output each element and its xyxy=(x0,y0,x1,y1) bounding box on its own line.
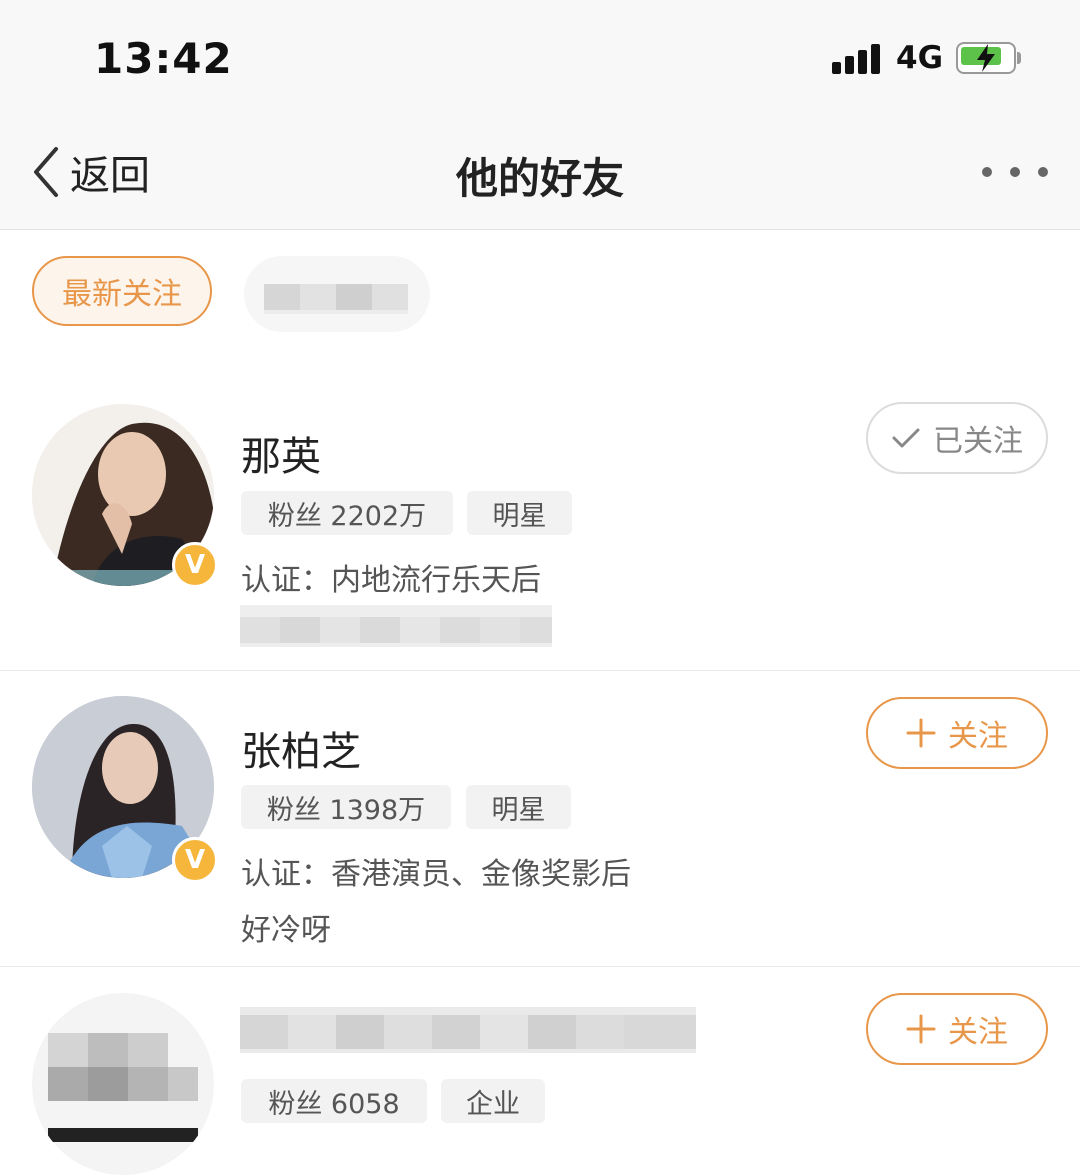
filter-bar: 最新关注 xyxy=(0,230,1080,360)
blurred-bio xyxy=(240,605,552,647)
navigation-bar: 返回 他的好友 xyxy=(0,115,1080,230)
user-name[interactable]: 那英 xyxy=(241,424,321,482)
category-tag: 企业 xyxy=(441,1079,545,1123)
follow-button[interactable]: 关注 xyxy=(866,993,1048,1065)
network-type: 4G xyxy=(896,40,944,76)
verified-v-icon: V xyxy=(172,542,218,588)
verification-text: 认证：香港演员、金像奖影后 xyxy=(241,857,631,892)
verified-v-icon: V xyxy=(172,837,218,883)
check-icon xyxy=(891,426,921,450)
filter-chip-blurred[interactable] xyxy=(244,256,430,332)
avatar[interactable] xyxy=(32,993,214,1175)
followed-button-label: 已关注 xyxy=(933,424,1023,459)
category-tag: 明星 xyxy=(466,785,571,829)
follow-button-label: 关注 xyxy=(948,719,1008,754)
user-name[interactable]: 张柏芝 xyxy=(241,719,361,777)
follow-button[interactable]: 关注 xyxy=(866,697,1048,769)
fans-count: 粉丝 6058 xyxy=(241,1079,427,1123)
status-bar: 13:42 4G xyxy=(0,0,1080,115)
followed-button[interactable]: 已关注 xyxy=(866,402,1048,474)
user-row[interactable]: 粉丝 6058 企业 关注 xyxy=(0,967,1080,1175)
more-icon[interactable] xyxy=(982,167,1048,179)
plus-icon xyxy=(906,1014,936,1044)
user-bio: 好冷呀 xyxy=(241,913,331,948)
blurred-user-name[interactable] xyxy=(240,1007,696,1053)
signal-icon xyxy=(832,44,882,74)
fans-count: 粉丝 1398万 xyxy=(241,785,451,829)
user-row[interactable]: V 张柏芝 粉丝 1398万 明星 认证：香港演员、金像奖影后 好冷呀 关注 xyxy=(0,671,1080,967)
filter-chip-latest[interactable]: 最新关注 xyxy=(32,256,212,326)
verification-text: 认证：内地流行乐天后 xyxy=(241,563,541,598)
fans-count: 粉丝 2202万 xyxy=(241,491,453,535)
follow-button-label: 关注 xyxy=(948,1015,1008,1050)
page-title: 他的好友 xyxy=(455,154,624,203)
user-row[interactable]: V 那英 粉丝 2202万 明星 认证：内地流行乐天后 已关注 xyxy=(0,380,1080,671)
status-time: 13:42 xyxy=(94,34,233,83)
battery-charging-icon xyxy=(956,42,1021,74)
plus-icon xyxy=(906,718,936,748)
category-tag: 明星 xyxy=(467,491,572,535)
